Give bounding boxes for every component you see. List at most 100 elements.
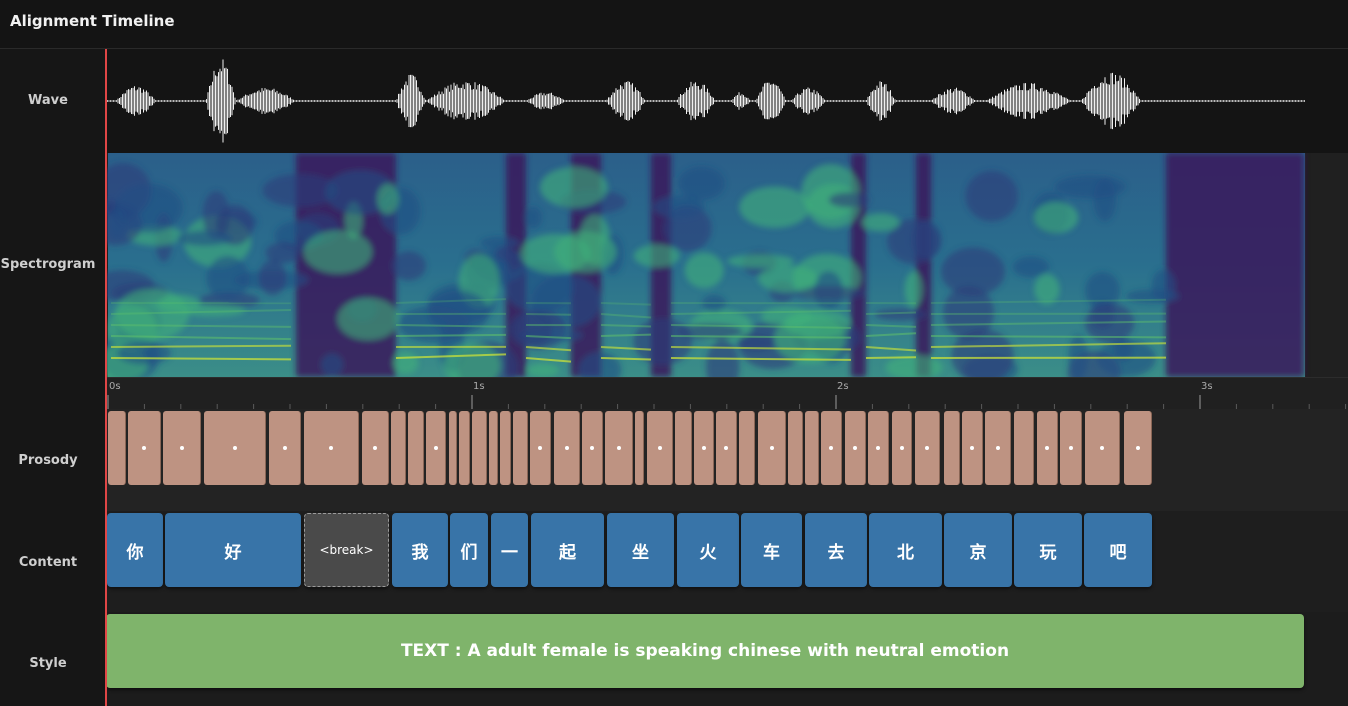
- prosody-marker: [433, 446, 438, 450]
- prosody-track[interactable]: [106, 409, 1348, 512]
- content-token[interactable]: 去: [805, 513, 867, 587]
- content-token[interactable]: 一: [491, 513, 528, 587]
- prosody-unit[interactable]: [269, 411, 301, 485]
- prosody-unit[interactable]: [408, 411, 424, 485]
- spectrogram-energy: [758, 265, 818, 293]
- prosody-unit[interactable]: [716, 411, 737, 485]
- content-token[interactable]: 坐: [607, 513, 674, 587]
- spectrogram-energy: [258, 259, 287, 296]
- content-token[interactable]: 好: [165, 513, 301, 587]
- prosody-marker: [853, 446, 857, 450]
- style-track[interactable]: TEXT : A adult female is speaking chines…: [106, 612, 1348, 706]
- prosody-unit[interactable]: [758, 411, 786, 485]
- content-token[interactable]: 京: [944, 513, 1012, 587]
- prosody-unit[interactable]: [554, 411, 580, 485]
- spectrogram-energy: [727, 254, 795, 268]
- prosody-unit[interactable]: [845, 411, 866, 485]
- spectrogram-energy: [861, 213, 900, 232]
- content-token[interactable]: 我: [392, 513, 448, 587]
- row-label-wave: Wave: [28, 93, 68, 108]
- app-header: Alignment Timeline: [0, 0, 1348, 49]
- prosody-unit[interactable]: [788, 411, 803, 485]
- spectrogram-energy: [480, 236, 520, 250]
- time-ruler[interactable]: 0s 1s 2s 3s: [106, 377, 1348, 411]
- prosody-unit[interactable]: [962, 411, 983, 485]
- prosody-unit[interactable]: [647, 411, 673, 485]
- prosody-unit[interactable]: [805, 411, 819, 485]
- spectrogram-energy: [392, 351, 419, 374]
- spectrogram-energy: [1012, 256, 1050, 278]
- prosody-unit[interactable]: [1060, 411, 1082, 485]
- prosody-unit[interactable]: [821, 411, 842, 485]
- content-token[interactable]: 北: [869, 513, 942, 587]
- prosody-marker: [1068, 446, 1073, 450]
- playhead-cursor[interactable]: [105, 49, 107, 706]
- prosody-unit[interactable]: [739, 411, 755, 485]
- tick-label-2s: 2s: [837, 381, 849, 392]
- prosody-marker: [724, 446, 728, 450]
- content-track[interactable]: 你 好 <break> 我 们 一 起 坐 火 车 去 北 京 玩 吧: [106, 511, 1348, 613]
- style-block[interactable]: TEXT : A adult female is speaking chines…: [106, 614, 1304, 688]
- prosody-unit[interactable]: [426, 411, 446, 485]
- prosody-unit[interactable]: [163, 411, 201, 485]
- prosody-unit[interactable]: [915, 411, 940, 485]
- content-token[interactable]: 玩: [1014, 513, 1082, 587]
- spectrogram-energy: [524, 206, 542, 229]
- spectrogram-track[interactable]: [106, 153, 1348, 377]
- content-token[interactable]: 们: [450, 513, 488, 587]
- prosody-marker: [970, 446, 974, 450]
- prosody-unit[interactable]: [675, 411, 692, 485]
- content-token[interactable]: 你: [107, 513, 163, 587]
- prosody-unit[interactable]: [362, 411, 389, 485]
- prosody-unit[interactable]: [635, 411, 644, 485]
- prosody-unit[interactable]: [985, 411, 1011, 485]
- spectrogram-energy: [684, 252, 724, 289]
- spectrogram-energy: [514, 311, 553, 347]
- spectrogram-harmonic: [600, 333, 652, 337]
- prosody-unit[interactable]: [472, 411, 487, 485]
- prosody-unit[interactable]: [582, 411, 603, 485]
- prosody-unit[interactable]: [694, 411, 714, 485]
- prosody-unit[interactable]: [944, 411, 960, 485]
- prosody-unit[interactable]: [204, 411, 266, 485]
- prosody-unit[interactable]: [108, 411, 126, 485]
- prosody-unit[interactable]: [513, 411, 528, 485]
- prosody-marker: [899, 446, 904, 450]
- spectrogram-energy: [176, 230, 233, 247]
- prosody-unit[interactable]: [489, 411, 498, 485]
- prosody-unit[interactable]: [892, 411, 912, 485]
- spectrogram-energy: [904, 271, 923, 308]
- waveform-track[interactable]: [106, 49, 1348, 153]
- spectrogram-energy: [761, 306, 813, 327]
- prosody-unit[interactable]: [1085, 411, 1120, 485]
- prosody-unit[interactable]: [868, 411, 889, 485]
- spectrogram-energy: [117, 341, 171, 365]
- prosody-marker: [564, 446, 569, 450]
- prosody-marker: [373, 446, 377, 450]
- prosody-unit[interactable]: [500, 411, 511, 485]
- content-token[interactable]: 起: [531, 513, 604, 587]
- content-token[interactable]: 车: [741, 513, 802, 587]
- prosody-unit[interactable]: [391, 411, 406, 485]
- content-break-token[interactable]: <break>: [304, 513, 389, 587]
- prosody-unit[interactable]: [605, 411, 633, 485]
- spectrogram-energy: [633, 244, 680, 268]
- prosody-unit[interactable]: [449, 411, 457, 485]
- prosody-unit[interactable]: [1014, 411, 1034, 485]
- prosody-unit[interactable]: [304, 411, 359, 485]
- prosody-marker: [1045, 446, 1049, 450]
- prosody-unit[interactable]: [1037, 411, 1058, 485]
- spectrogram-energy: [391, 251, 426, 281]
- content-token[interactable]: 吧: [1084, 513, 1152, 587]
- prosody-unit[interactable]: [1124, 411, 1152, 485]
- spectrogram-energy: [653, 195, 705, 219]
- spectrogram-energy: [321, 353, 343, 376]
- spectrogram-energy: [206, 255, 250, 301]
- content-token[interactable]: 火: [677, 513, 739, 587]
- prosody-marker: [232, 446, 237, 450]
- prosody-marker: [829, 446, 833, 450]
- prosody-unit[interactable]: [459, 411, 470, 485]
- prosody-unit[interactable]: [530, 411, 551, 485]
- spectrogram-silence-band: [1166, 153, 1304, 377]
- prosody-unit[interactable]: [128, 411, 161, 485]
